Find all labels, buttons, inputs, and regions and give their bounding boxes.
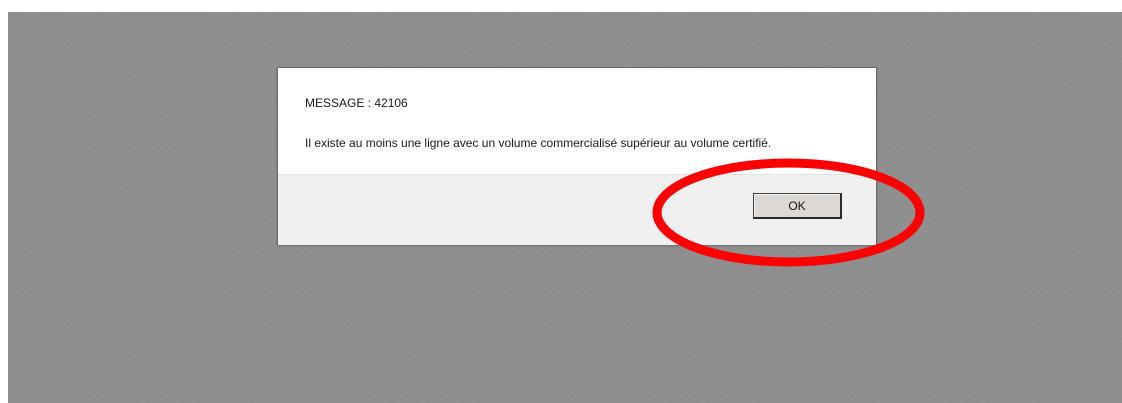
ok-button[interactable]: OK bbox=[753, 193, 842, 219]
dialog-footer: OK bbox=[278, 174, 876, 245]
dialog-body: MESSAGE : 42106 Il existe au moins une l… bbox=[278, 68, 876, 174]
message-title: MESSAGE : 42106 bbox=[305, 96, 408, 110]
message-dialog: MESSAGE : 42106 Il existe au moins une l… bbox=[277, 67, 877, 245]
message-text: Il existe au moins une ligne avec un vol… bbox=[305, 136, 772, 150]
page: MESSAGE : 42106 Il existe au moins une l… bbox=[0, 0, 1122, 403]
